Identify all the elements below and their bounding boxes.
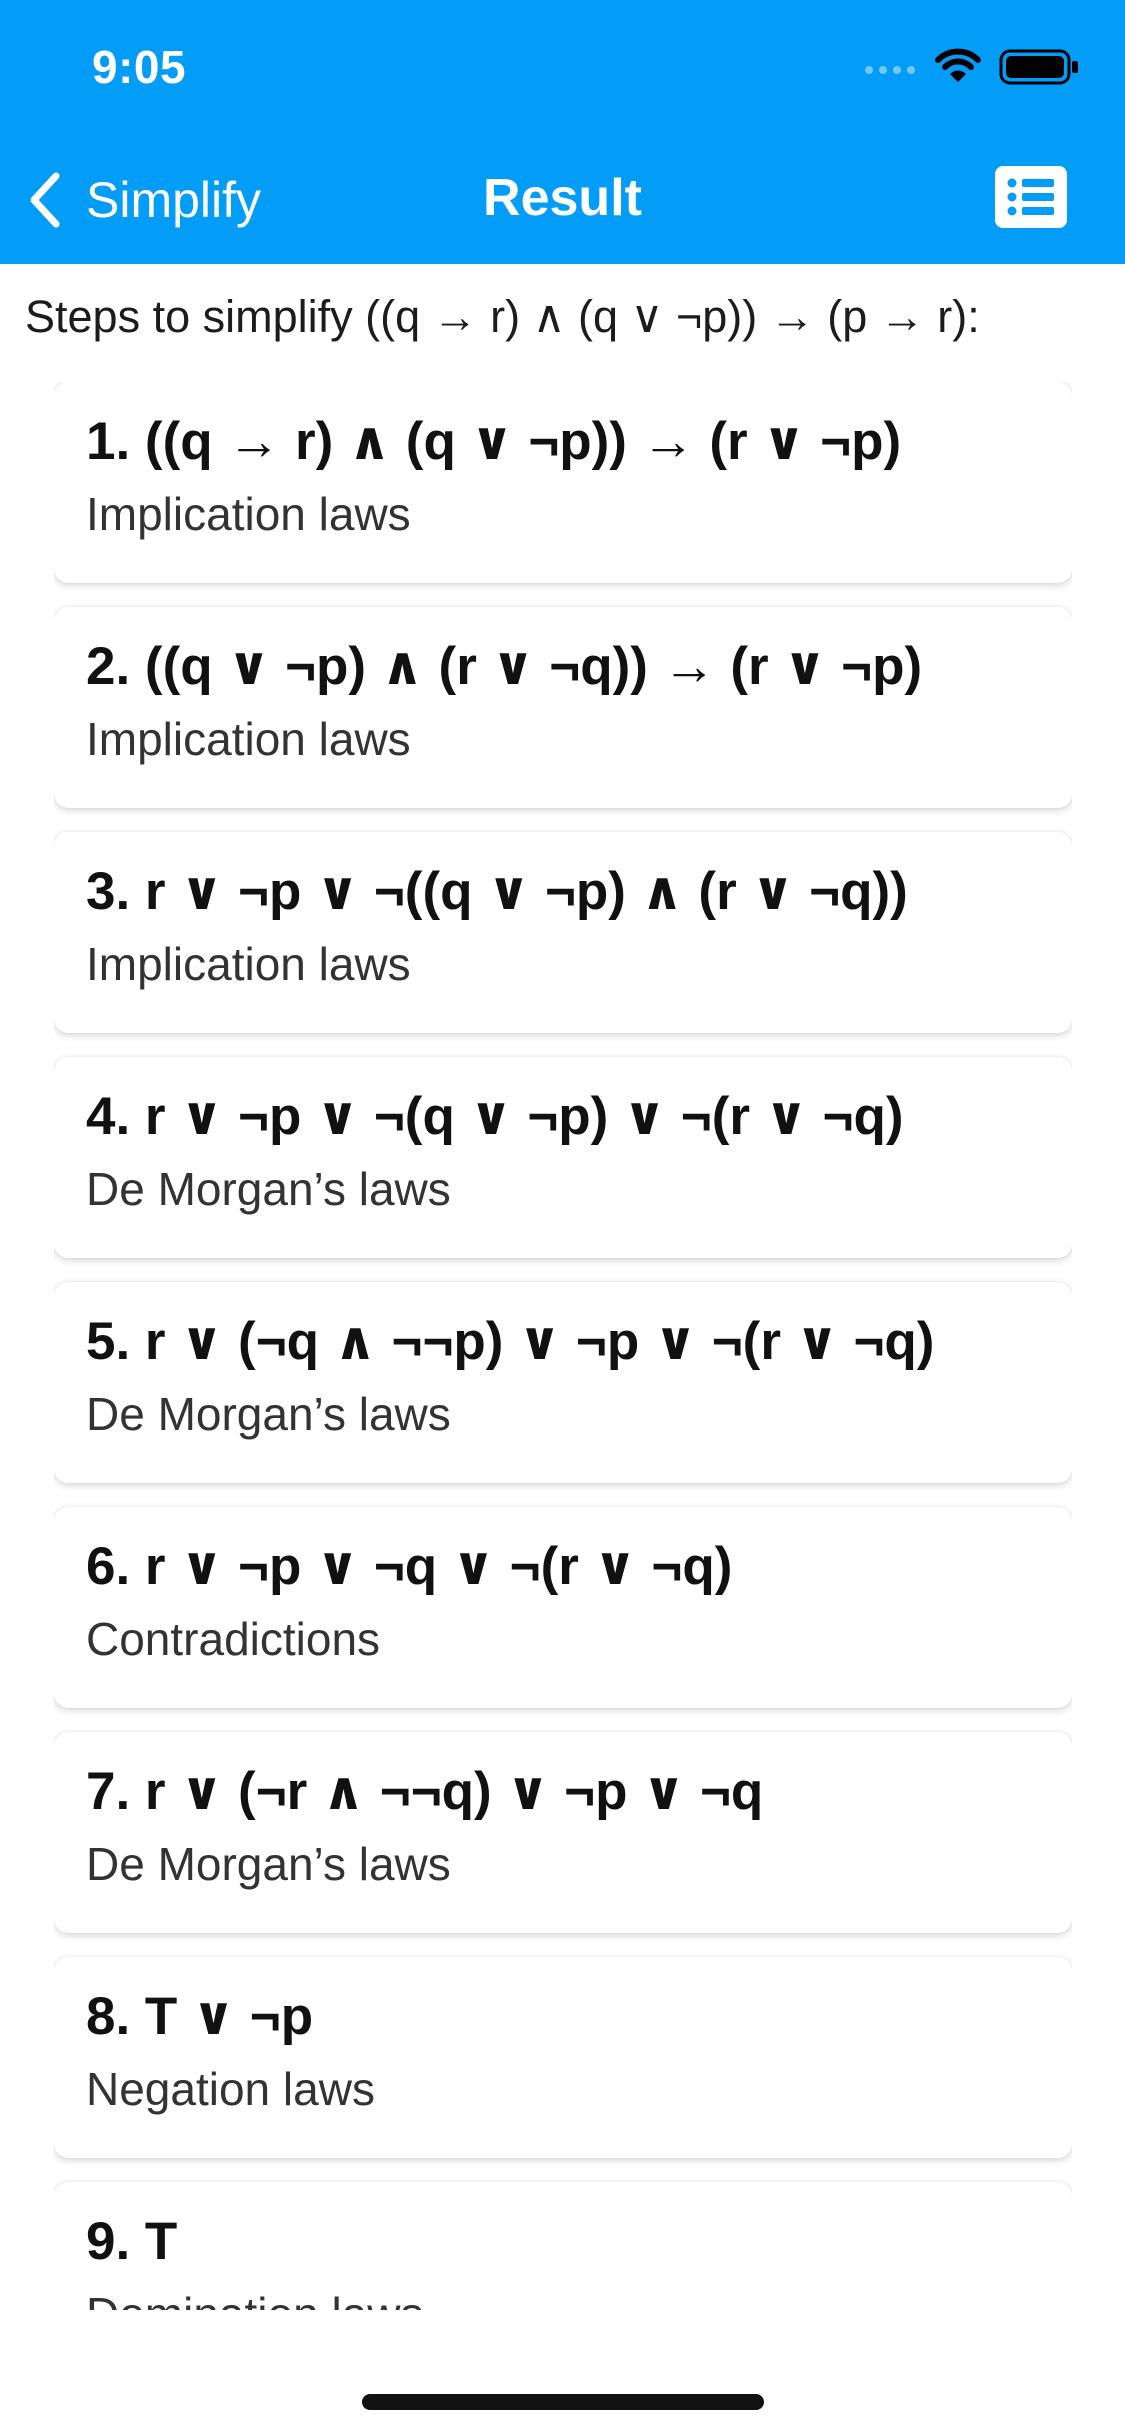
step-card-4[interactable]: 4. r ∨ ¬p ∨ ¬(q ∨ ¬p) ∨ ¬(r ∨ ¬q) De Mor… bbox=[54, 1057, 1072, 1258]
step-expression: 5. r ∨ (¬q ∧ ¬¬p) ∨ ¬p ∨ ¬(r ∨ ¬q) bbox=[86, 1312, 935, 1371]
step-card-1[interactable]: 1. ((q → r) ∧ (q ∨ ¬p)) → (r ∨ ¬p) Impli… bbox=[54, 382, 1072, 583]
step-card-5[interactable]: 5. r ∨ (¬q ∧ ¬¬p) ∨ ¬p ∨ ¬(r ∨ ¬q) De Mo… bbox=[54, 1282, 1072, 1483]
step-card-8[interactable]: 8. T ∨ ¬p Negation laws bbox=[54, 1957, 1072, 2158]
signal-icon bbox=[865, 66, 915, 74]
battery-icon bbox=[999, 49, 1078, 85]
back-button[interactable]: Simplify bbox=[24, 164, 261, 236]
step-law: De Morgan’s laws bbox=[86, 1163, 451, 1215]
step-card-7[interactable]: 7. r ∨ (¬r ∧ ¬¬q) ∨ ¬p ∨ ¬q De Morgan’s … bbox=[54, 1732, 1072, 1933]
step-expression: 2. ((q ∨ ¬p) ∧ (r ∨ ¬q)) → (r ∨ ¬p) bbox=[86, 637, 923, 696]
home-indicator[interactable] bbox=[362, 2394, 764, 2410]
step-law: Implication laws bbox=[86, 938, 411, 990]
step-expression: 8. T ∨ ¬p bbox=[86, 1987, 314, 2046]
step-law: De Morgan’s laws bbox=[86, 1838, 451, 1890]
navigation-bar: 9:05 Simplify Result bbox=[0, 0, 1125, 264]
step-expression: 4. r ∨ ¬p ∨ ¬(q ∨ ¬p) ∨ ¬(r ∨ ¬q) bbox=[86, 1087, 904, 1146]
step-expression: 1. ((q → r) ∧ (q ∨ ¬p)) → (r ∨ ¬p) bbox=[86, 412, 902, 471]
step-expression: 6. r ∨ ¬p ∨ ¬q ∨ ¬(r ∨ ¬q) bbox=[86, 1537, 733, 1596]
list-icon bbox=[995, 166, 1067, 228]
step-card-3[interactable]: 3. r ∨ ¬p ∨ ¬((q ∨ ¬p) ∧ (r ∨ ¬q)) Impli… bbox=[54, 832, 1072, 1033]
step-card-9[interactable]: 9. T Domination laws bbox=[54, 2182, 1072, 2310]
chevron-left-icon bbox=[30, 172, 60, 228]
step-law: De Morgan’s laws bbox=[86, 1388, 451, 1440]
step-law: Domination laws bbox=[86, 2288, 1040, 2310]
page-title: Result bbox=[483, 169, 642, 227]
steps-heading: Steps to simplify ((q → r) ∧ (q ∨ ¬p)) →… bbox=[25, 291, 980, 342]
list-button[interactable] bbox=[995, 166, 1067, 228]
status-time: 9:05 bbox=[92, 41, 187, 93]
status-indicators bbox=[863, 46, 1083, 90]
step-law: Contradictions bbox=[86, 1613, 381, 1665]
step-expression: 9. T bbox=[86, 2212, 178, 2271]
step-expression: 3. r ∨ ¬p ∨ ¬((q ∨ ¬p) ∧ (r ∨ ¬q)) bbox=[86, 862, 908, 921]
step-expression: 7. r ∨ (¬r ∧ ¬¬q) ∨ ¬p ∨ ¬q bbox=[86, 1762, 764, 1821]
step-card-2[interactable]: 2. ((q ∨ ¬p) ∧ (r ∨ ¬q)) → (r ∨ ¬p) Impl… bbox=[54, 607, 1072, 808]
back-button-label: Simplify bbox=[86, 172, 262, 228]
steps-list[interactable]: 1. ((q → r) ∧ (q ∨ ¬p)) → (r ∨ ¬p) Impli… bbox=[54, 382, 1072, 2310]
wifi-icon bbox=[935, 48, 981, 82]
step-card-6[interactable]: 6. r ∨ ¬p ∨ ¬q ∨ ¬(r ∨ ¬q) Contradiction… bbox=[54, 1507, 1072, 1708]
step-law: Implication laws bbox=[86, 488, 411, 540]
step-law: Implication laws bbox=[86, 713, 411, 765]
step-law: Negation laws bbox=[86, 2063, 375, 2115]
